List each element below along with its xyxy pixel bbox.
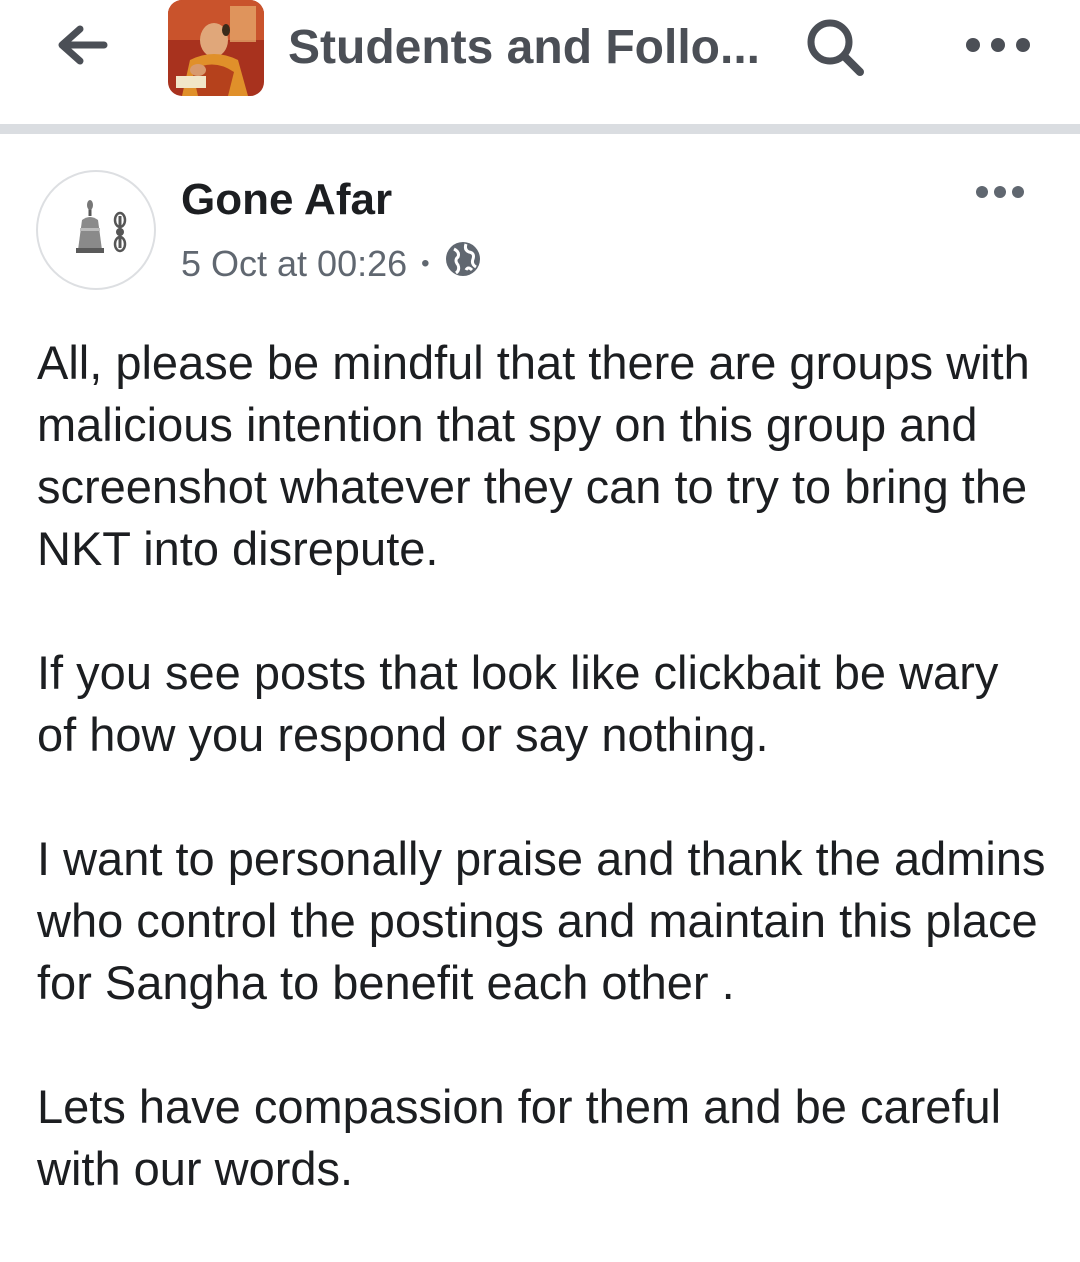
post-timestamp[interactable]: 5 Oct at 00:26 — [181, 242, 407, 286]
group-more-button[interactable] — [958, 22, 1038, 72]
arrow-left-icon — [56, 25, 108, 70]
post-paragraph: All, please be mindful that there are gr… — [37, 336, 1030, 575]
group-title[interactable]: Students and Follo... — [288, 18, 768, 78]
header-divider — [0, 124, 1080, 134]
post-body: All, please be mindful that there are gr… — [37, 332, 1047, 1262]
globe-icon — [444, 240, 482, 288]
post-paragraph: If you see posts that look like clickbai… — [37, 646, 999, 761]
group-thumbnail[interactable] — [168, 0, 264, 96]
more-horizontal-icon — [965, 37, 1031, 58]
author-avatar[interactable] — [36, 170, 156, 290]
post-paragraph: I want to personally praise and thank th… — [37, 832, 1046, 1009]
search-button[interactable] — [798, 12, 874, 88]
post-meta: 5 Oct at 00:26 • — [181, 240, 482, 288]
post-author[interactable]: Gone Afar — [181, 174, 392, 226]
more-horizontal-icon — [975, 185, 1025, 204]
top-bar: Students and Follo... — [0, 0, 1080, 124]
post-more-button[interactable] — [968, 174, 1032, 214]
post-paragraph: Lets have compassion for them and be car… — [37, 1080, 1002, 1195]
post-card: Gone Afar 5 Oct at 00:26 • All, please b… — [0, 134, 1080, 1214]
back-button[interactable] — [52, 22, 112, 72]
search-icon — [804, 16, 868, 85]
meta-separator: • — [421, 250, 430, 277]
